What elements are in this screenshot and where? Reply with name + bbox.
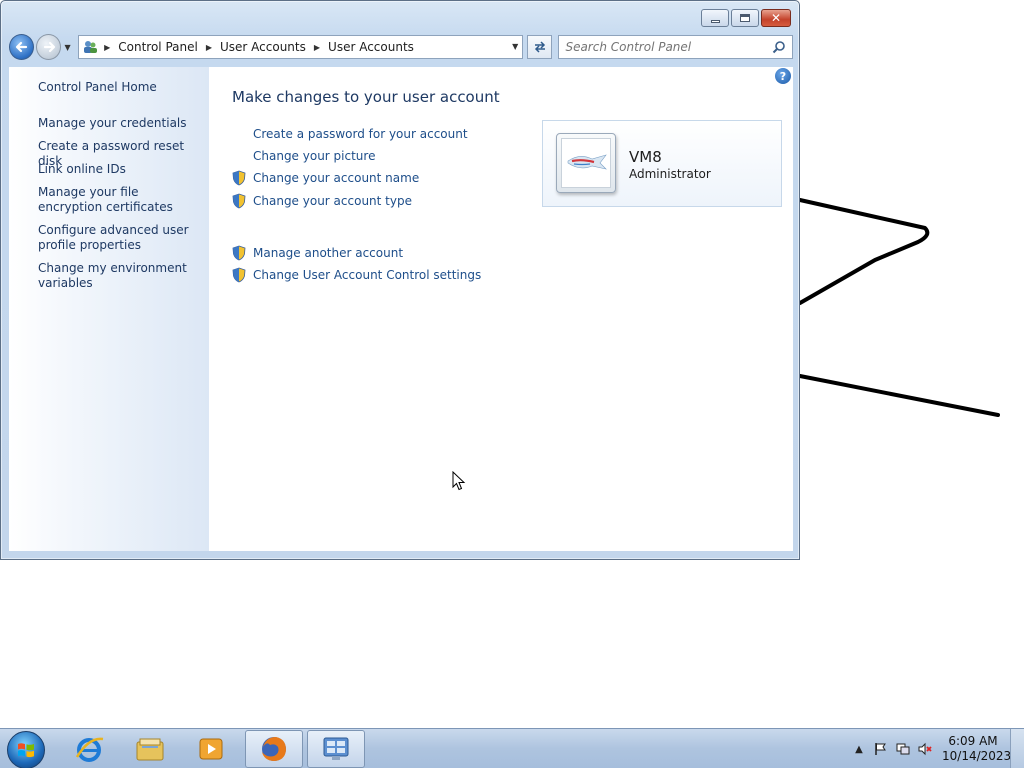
address-bar[interactable]: ▶ Control Panel ▶ User Accounts ▶ User A… <box>78 35 524 59</box>
media-player-button[interactable] <box>182 730 240 768</box>
uac-shield-icon <box>232 193 246 209</box>
windows-logo-icon <box>18 743 34 758</box>
task-change-picture[interactable]: Change your picture <box>231 147 375 165</box>
user-name: VM8 <box>629 148 662 166</box>
breadcrumb-control-panel[interactable]: Control Panel <box>118 40 198 54</box>
show-desktop-button[interactable] <box>1010 729 1024 768</box>
search-icon[interactable] <box>772 40 786 54</box>
task-label: Change your picture <box>253 149 376 163</box>
navigation-bar: ▼ ▶ Control Panel ▶ User Accounts ▶ User… <box>9 33 793 61</box>
taskbar: ▲ 6:09 AM 10/14/2023 <box>0 728 1024 768</box>
clock-time: 6:09 AM <box>948 734 998 748</box>
show-hidden-icons-icon[interactable]: ▲ <box>851 741 867 757</box>
user-picture-icon <box>567 154 607 170</box>
control-panel-window: ✕ ▼ ▶ Control Panel ▶ User Accounts ▶ Us… <box>0 0 800 560</box>
avatar[interactable] <box>556 133 616 193</box>
windows-explorer-button[interactable] <box>121 730 179 768</box>
start-button[interactable] <box>7 731 45 768</box>
main-pane: ? Make changes to your user account Crea… <box>209 67 793 551</box>
control-panel-icon <box>323 737 349 760</box>
system-clock[interactable]: 6:09 AM 10/14/2023 <box>942 734 1012 764</box>
uac-shield-icon <box>232 170 246 186</box>
task-label: Change User Account Control settings <box>253 268 482 282</box>
content-area: Control Panel Home Manage your credentia… <box>9 67 793 551</box>
task-label: Create a password for your account <box>253 127 468 141</box>
task-manage-another-account[interactable]: Manage another account <box>231 244 403 262</box>
breadcrumb-arrow-icon[interactable]: ▶ <box>104 43 110 52</box>
clock-date: 10/14/2023 <box>942 749 1012 763</box>
task-create-password[interactable]: Create a password for your account <box>231 125 468 143</box>
refresh-icon <box>534 41 545 53</box>
windows-explorer-icon <box>136 738 164 761</box>
forward-button[interactable] <box>36 34 62 60</box>
user-role: Administrator <box>629 167 711 181</box>
internet-explorer-icon <box>75 737 104 762</box>
sidebar-item-file-encryption[interactable]: Manage your file encryption certificates <box>38 185 198 215</box>
close-button[interactable]: ✕ <box>761 9 791 27</box>
sidebar-item-manage-credentials[interactable]: Manage your credentials <box>38 116 198 131</box>
search-box[interactable] <box>558 35 793 59</box>
refresh-button[interactable] <box>527 35 553 59</box>
volume-muted-icon[interactable] <box>917 741 933 757</box>
notification-area: ▲ 6:09 AM 10/14/2023 <box>848 729 1024 768</box>
firefox-button[interactable] <box>245 730 303 768</box>
sidebar-item-advanced-profile[interactable]: Configure advanced user profile properti… <box>38 223 198 253</box>
mouse-pointer-icon <box>452 471 466 491</box>
task-uac-settings[interactable]: Change User Account Control settings <box>231 266 481 284</box>
breadcrumb-arrow-icon[interactable]: ▶ <box>206 43 212 52</box>
task-change-account-type[interactable]: Change your account type <box>231 192 412 210</box>
help-icon[interactable]: ? <box>775 68 791 84</box>
uac-shield-icon <box>232 267 246 283</box>
recent-pages-dropdown[interactable]: ▼ <box>64 43 74 52</box>
sidebar-item-control-panel-home[interactable]: Control Panel Home <box>38 80 198 95</box>
media-player-icon <box>199 738 223 760</box>
task-change-account-name[interactable]: Change your account name <box>231 169 419 187</box>
breadcrumb-user-accounts-current[interactable]: User Accounts <box>328 40 414 54</box>
maximize-button[interactable] <box>731 9 759 27</box>
arrow-right-icon <box>43 41 55 53</box>
network-icon[interactable] <box>895 741 911 757</box>
task-label: Change your account name <box>253 171 420 185</box>
sidebar-item-environment-variables[interactable]: Change my environment variables <box>38 261 198 291</box>
task-label: Change your account type <box>253 194 412 208</box>
sidebar-item-link-online-ids[interactable]: Link online IDs <box>38 162 198 177</box>
user-accounts-icon <box>84 41 98 53</box>
page-title: Make changes to your user account <box>232 88 500 106</box>
task-sidebar: Control Panel Home Manage your credentia… <box>9 67 209 551</box>
search-input[interactable] <box>565 40 772 54</box>
address-dropdown-icon[interactable]: ▼ <box>512 36 518 58</box>
action-center-flag-icon[interactable] <box>873 741 889 757</box>
arrow-left-icon <box>15 41 27 53</box>
firefox-icon <box>262 737 286 761</box>
user-account-tile: VM8 Administrator <box>542 120 782 207</box>
back-button[interactable] <box>9 34 35 60</box>
breadcrumb-arrow-icon[interactable]: ▶ <box>314 43 320 52</box>
breadcrumb-user-accounts[interactable]: User Accounts <box>220 40 306 54</box>
control-panel-button[interactable] <box>307 730 365 768</box>
task-label: Manage another account <box>253 246 404 260</box>
window-controls: ✕ <box>701 9 791 27</box>
uac-shield-icon <box>232 245 246 261</box>
internet-explorer-button[interactable] <box>60 730 118 768</box>
minimize-button[interactable] <box>701 9 729 27</box>
